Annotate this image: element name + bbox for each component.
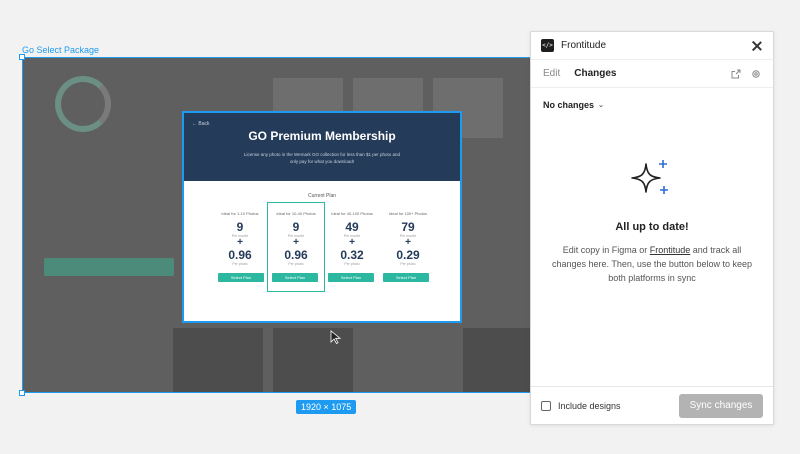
tab-changes[interactable]: Changes <box>574 68 616 79</box>
plan-monthly-price: 9 <box>292 220 300 234</box>
plan-monthly-price: 49 <box>345 220 359 234</box>
plus-icon: + <box>237 237 243 248</box>
plan-note: Per photo <box>400 262 416 266</box>
plus-icon: + <box>405 237 411 248</box>
external-link-icon[interactable] <box>731 69 741 79</box>
dimmed-action-button <box>44 258 174 276</box>
plan-name: Ideal for 100+ Photos <box>388 211 428 216</box>
plan-note: Per photo <box>344 262 360 266</box>
select-plan-button[interactable]: Select Plan <box>328 273 374 282</box>
plan-photo-price: 0.32 <box>340 248 364 262</box>
modal-subtitle: License any photo in the Wemark GO colle… <box>243 152 400 164</box>
frame-size-badge: 1920 × 1075 <box>296 400 357 414</box>
select-plan-button[interactable]: Select Plan <box>272 273 318 282</box>
modal-header: ← Back GO Premium Membership License any… <box>184 113 460 181</box>
back-link[interactable]: ← Back <box>192 121 210 127</box>
resize-handle[interactable] <box>19 54 25 60</box>
plan-photo-price: 0.29 <box>396 248 420 262</box>
bg-photo-tile <box>173 328 263 392</box>
include-designs-checkbox[interactable] <box>541 400 551 411</box>
dropdown-label: No changes <box>543 100 595 110</box>
panel-header: </> Frontitude <box>531 32 773 60</box>
plan-note: Per photo <box>232 262 248 266</box>
select-plan-button[interactable]: Select Plan <box>383 273 429 282</box>
frame-label[interactable]: Go Select Package <box>22 45 99 55</box>
chevron-down-icon: ⌄ <box>598 102 604 109</box>
frontitude-link[interactable]: Frontitude <box>650 245 691 255</box>
gear-icon[interactable] <box>751 69 761 79</box>
plan-photo-price: 0.96 <box>228 248 252 262</box>
back-label: Back <box>198 121 210 127</box>
plan-monthly-price: 79 <box>401 220 415 234</box>
plan-name: Ideal for 1-10 Photos <box>221 211 259 216</box>
plan-monthly-price: 9 <box>236 220 244 234</box>
frontitude-panel: </> Frontitude Edit Changes No changes ⌄… <box>530 31 774 425</box>
body-text: Edit copy in Figma or <box>562 245 650 255</box>
bg-photo-tile <box>463 328 533 392</box>
plus-icon: + <box>349 237 355 248</box>
plan-photo-price: 0.96 <box>284 248 308 262</box>
plan-note: Per photo <box>288 262 304 266</box>
plus-icon: + <box>293 237 299 248</box>
select-plan-button[interactable]: Select Plan <box>218 273 264 282</box>
current-plan-label: Current Plan <box>307 193 337 199</box>
close-icon[interactable] <box>751 40 763 52</box>
frontitude-logo-icon: </> <box>541 39 554 52</box>
empty-state: All up to date! Edit copy in Figma or Fr… <box>531 158 773 285</box>
membership-modal[interactable]: ← Back GO Premium Membership License any… <box>182 111 462 323</box>
empty-state-body: Edit copy in Figma or Frontitude and tra… <box>552 243 752 285</box>
mouse-cursor-icon <box>330 330 342 344</box>
tab-edit[interactable]: Edit <box>543 68 560 79</box>
plan-name: Ideal for 40-100 Photos <box>331 211 373 216</box>
panel-tabs: Edit Changes <box>531 60 773 88</box>
include-designs-label[interactable]: Include designs <box>558 401 679 411</box>
modal-title: GO Premium Membership <box>248 129 396 143</box>
changes-filter-dropdown[interactable]: No changes ⌄ <box>543 100 761 110</box>
panel-title: Frontitude <box>561 40 607 51</box>
resize-handle[interactable] <box>19 390 25 396</box>
empty-state-title: All up to date! <box>615 221 689 233</box>
progress-ring <box>55 76 111 132</box>
sync-changes-button[interactable]: Sync changes <box>679 393 763 418</box>
sparkle-icon <box>631 160 668 194</box>
panel-footer: Include designs Sync changes <box>531 386 773 424</box>
plan-name: Ideal for 10-40 Photos <box>276 211 316 216</box>
